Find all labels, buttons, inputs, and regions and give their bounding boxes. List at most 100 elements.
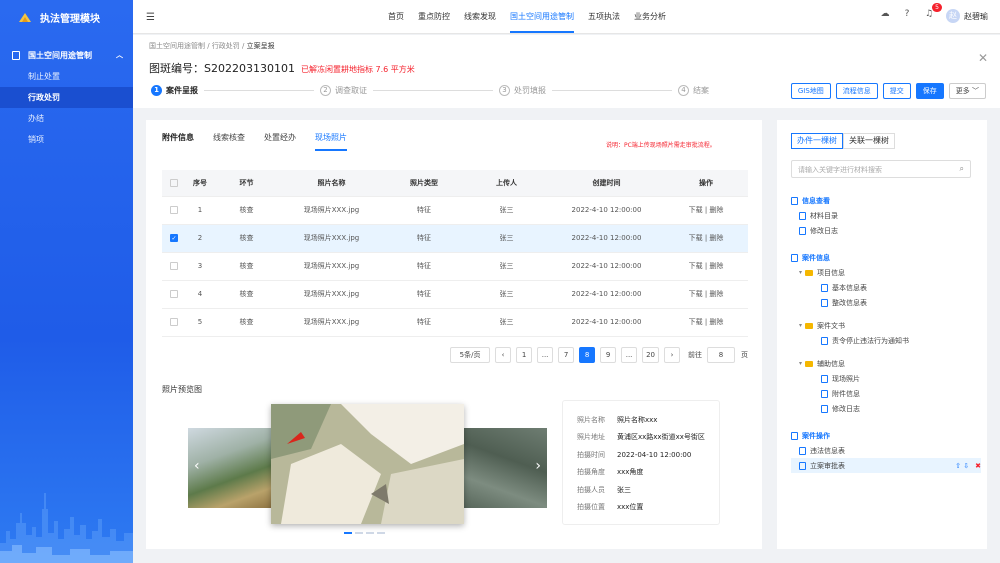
tab-clue-check[interactable]: 线索核查 <box>213 132 245 151</box>
material-search-input[interactable]: 请输入关键字进行材料搜索 ⌕ <box>791 160 971 178</box>
tree-folder[interactable]: ▾ 项目信息 <box>791 265 981 280</box>
carousel-next-icon[interactable]: › <box>535 458 541 474</box>
photo-thumbnail-right[interactable] <box>457 428 547 508</box>
avatar[interactable]: 赵 <box>946 9 960 23</box>
download-icon[interactable]: ⇩ <box>963 462 969 470</box>
breadcrumb-item[interactable]: 行政处罚 <box>212 42 240 50</box>
carousel-dot-active[interactable] <box>344 532 352 534</box>
table-row[interactable]: 4 核查 现场照片XXX.jpg 特征 张三 2022-4-10 12:00:00 下载 |… <box>162 280 748 309</box>
close-icon[interactable]: ✕ <box>978 51 988 65</box>
sidebar-item[interactable]: 制止处置 <box>0 66 133 87</box>
download-link[interactable]: 下载 <box>689 290 703 298</box>
nav-item-key-control[interactable]: 重点防控 <box>411 0 457 34</box>
download-link[interactable]: 下载 <box>689 234 703 242</box>
select-all-checkbox[interactable] <box>170 178 178 187</box>
upload-icon[interactable]: ⇧ <box>955 462 961 470</box>
tab-attachments[interactable]: 附件信息 <box>162 132 194 151</box>
tree-leaf-selected[interactable]: 立案审批表 ⇧ ⇩ ✖ <box>791 458 981 473</box>
carousel-prev-icon[interactable]: ‹ <box>194 458 200 474</box>
carousel-dot[interactable] <box>377 532 385 534</box>
flow-info-button[interactable]: 流程信息 <box>835 83 878 99</box>
tab-site-photos[interactable]: 现场照片 <box>315 132 347 151</box>
search-icon[interactable]: ⌕ <box>960 164 964 174</box>
nav-item-land-use[interactable]: 国土空间用途管制 <box>503 0 581 34</box>
tree-folder[interactable]: ▾ 辅助信息 <box>791 356 981 371</box>
tree-section[interactable]: 案件信息 <box>791 250 981 265</box>
carousel-dot[interactable] <box>355 532 363 534</box>
nav-item-clue[interactable]: 线索发现 <box>457 0 503 34</box>
photo-thumbnail-left[interactable] <box>188 428 278 508</box>
sidebar-item[interactable]: 销项 <box>0 129 133 150</box>
page-button[interactable]: 20 <box>642 347 659 363</box>
delete-icon[interactable]: ✖ <box>975 462 981 470</box>
prev-page-button[interactable]: ‹ <box>495 347 512 363</box>
download-link[interactable]: 下载 <box>689 206 703 214</box>
page-ellipsis[interactable]: ... <box>621 347 638 363</box>
table-cell: 特征 <box>384 196 464 225</box>
nav-item-analysis[interactable]: 业务分析 <box>627 0 673 34</box>
row-checkbox[interactable]: ✓ <box>170 234 178 242</box>
table-row[interactable]: 3 核查 现场照片XXX.jpg 特征 张三 2022-4-10 12:00:00 下载 |… <box>162 252 748 281</box>
delete-link[interactable]: 删除 <box>709 262 723 270</box>
table-row[interactable]: 5 核查 现场照片XXX.jpg 特征 张三 2022-4-10 12:00:00 下载 |… <box>162 308 748 337</box>
next-page-button[interactable]: › <box>664 347 680 363</box>
row-checkbox[interactable] <box>170 206 178 214</box>
page-button[interactable]: 1 <box>516 347 533 363</box>
folder-icon <box>805 322 814 329</box>
sidebar-item-active[interactable]: 行政处罚 <box>0 87 133 108</box>
page-unit: 页 <box>741 351 748 359</box>
tree-leaf[interactable]: 责令停止违法行为通知书 <box>791 333 981 348</box>
delete-link[interactable]: 删除 <box>709 234 723 242</box>
carousel-dot[interactable] <box>366 532 374 534</box>
delete-link[interactable]: 删除 <box>709 318 723 326</box>
nav-item-home[interactable]: 首页 <box>381 0 411 34</box>
gis-map-button[interactable]: GIS地图 <box>790 83 831 99</box>
help-icon[interactable]: ? <box>900 9 914 23</box>
page-size-select[interactable]: 5条/页 <box>450 347 491 363</box>
step-2: 2 调查取证 <box>320 85 367 96</box>
tab-case-tree[interactable]: 办件一棵树 <box>791 133 843 149</box>
tree-leaf[interactable]: 违法信息表 <box>791 443 981 458</box>
sidebar-group[interactable]: 国土空间用途管制 ︿ <box>0 44 133 66</box>
tree-leaf[interactable]: 修改日志 <box>791 401 981 416</box>
save-button[interactable]: 保存 <box>915 83 944 99</box>
download-link[interactable]: 下载 <box>689 318 703 326</box>
user-name[interactable]: 赵碧瑜 <box>964 11 988 22</box>
tree-folder[interactable]: ▾ 案件文书 <box>791 318 981 333</box>
info-value: 2022-04-10 12:00:00 <box>617 450 692 459</box>
sidebar-item[interactable]: 办结 <box>0 108 133 129</box>
app-logo: 执法管理模块 <box>0 0 133 34</box>
download-link[interactable]: 下载 <box>689 262 703 270</box>
table-row[interactable]: ✓ 2 核查 现场照片XXX.jpg 特征 张三 2022-4-10 12:00:00 下载 … <box>162 224 748 253</box>
bell-icon[interactable]: ♫ 5 <box>922 3 942 23</box>
more-button[interactable]: 更多 ﹀ <box>948 83 986 99</box>
breadcrumb-item[interactable]: 国土空间用途管制 <box>149 42 205 50</box>
page-button-current[interactable]: 8 <box>579 347 596 363</box>
goto-page-input[interactable]: 8 <box>707 347 735 363</box>
tab-handling[interactable]: 处置经办 <box>264 132 296 151</box>
row-checkbox[interactable] <box>170 290 178 298</box>
tree-leaf[interactable]: 附件信息 <box>791 386 981 401</box>
file-icon <box>799 446 806 455</box>
page-button[interactable]: 7 <box>558 347 575 363</box>
tab-related-tree[interactable]: 关联一棵树 <box>843 133 895 149</box>
tree-leaf[interactable]: 材料目录 <box>791 208 981 223</box>
row-checkbox[interactable] <box>170 262 178 270</box>
tree-leaf[interactable]: 基本信息表 <box>791 280 981 295</box>
photo-main[interactable] <box>271 404 464 524</box>
tree-leaf[interactable]: 整改信息表 <box>791 295 981 310</box>
row-checkbox[interactable] <box>170 318 178 326</box>
cloud-icon[interactable]: ☁ <box>878 9 892 23</box>
tree-section[interactable]: 信息查看 <box>791 193 981 208</box>
tree-leaf[interactable]: 修改日志 <box>791 223 981 238</box>
menu-collapse-icon[interactable]: ☰ <box>146 12 155 23</box>
tree-leaf[interactable]: 现场照片 <box>791 371 981 386</box>
page-button[interactable]: 9 <box>600 347 617 363</box>
nav-item-enforcement[interactable]: 五项执法 <box>581 0 627 34</box>
delete-link[interactable]: 删除 <box>709 290 723 298</box>
tree-section[interactable]: 案件操作 <box>791 428 981 443</box>
submit-button[interactable]: 提交 <box>882 83 911 99</box>
table-row[interactable]: 1 核查 现场照片XXX.jpg 特征 张三 2022-4-10 12:00:00 下载 |… <box>162 196 748 225</box>
delete-link[interactable]: 删除 <box>709 206 723 214</box>
page-ellipsis[interactable]: ... <box>537 347 554 363</box>
